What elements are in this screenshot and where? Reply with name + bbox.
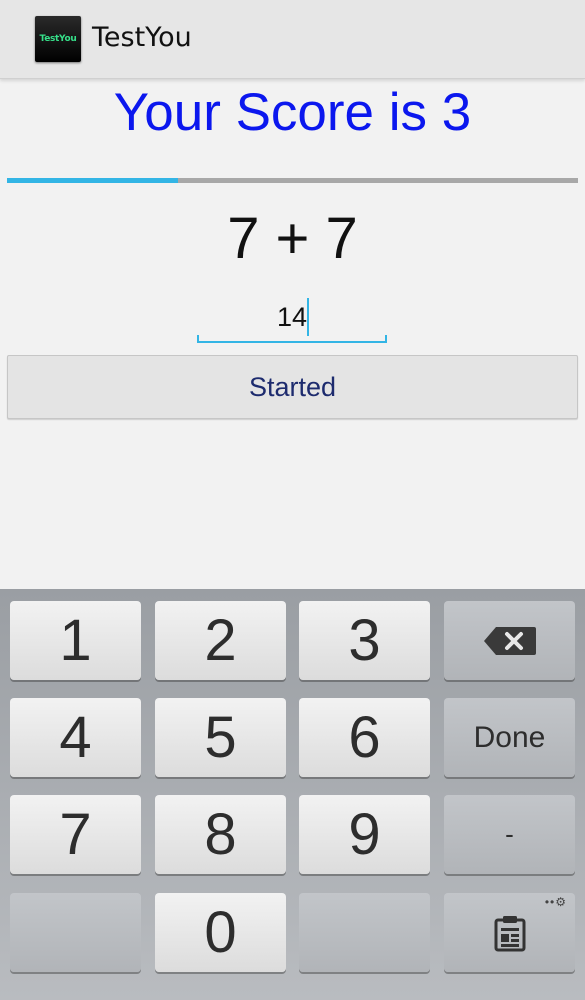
question-text: 7 + 7 [227, 206, 358, 271]
key-7[interactable]: 7 [10, 795, 141, 874]
key-2[interactable]: 2 [155, 601, 286, 680]
answer-underline [197, 335, 387, 343]
key-9[interactable]: 9 [299, 795, 430, 874]
done-key[interactable]: Done [444, 698, 575, 777]
settings-dots-icon: ••⚙ [544, 895, 567, 909]
key-8[interactable]: 8 [155, 795, 286, 874]
backspace-key[interactable] [444, 601, 575, 680]
app-screen: TestYou TestYou Your Score is 3 7 + 7 St… [0, 0, 585, 1000]
dash-key[interactable]: - [444, 795, 575, 874]
blank-key-left[interactable] [10, 893, 141, 972]
backspace-icon [483, 626, 536, 655]
progress-bar [7, 178, 578, 183]
action-bar: TestYou TestYou [0, 0, 585, 79]
clipboard-icon [494, 915, 525, 951]
answer-input[interactable] [197, 295, 387, 339]
app-title: TestYou [92, 22, 192, 53]
blank-key-right[interactable] [299, 893, 430, 972]
app-logo-icon[interactable]: TestYou [35, 16, 81, 62]
key-0[interactable]: 0 [155, 893, 286, 972]
clipboard-key[interactable]: ••⚙ [444, 893, 575, 972]
key-3[interactable]: 3 [299, 601, 430, 680]
score-label: Your Score is 3 [113, 83, 472, 142]
key-1[interactable]: 1 [10, 601, 141, 680]
numeric-keyboard: 1 2 3 4 5 6 Done 7 8 9 - 0 ••⚙ [0, 589, 585, 1000]
key-5[interactable]: 5 [155, 698, 286, 777]
answer-field[interactable] [197, 295, 387, 343]
start-button[interactable]: Started [7, 355, 578, 419]
progress-fill [7, 178, 179, 183]
key-4[interactable]: 4 [10, 698, 141, 777]
app-logo-text: TestYou [39, 34, 77, 44]
key-6[interactable]: 6 [299, 698, 430, 777]
text-caret [307, 298, 309, 336]
